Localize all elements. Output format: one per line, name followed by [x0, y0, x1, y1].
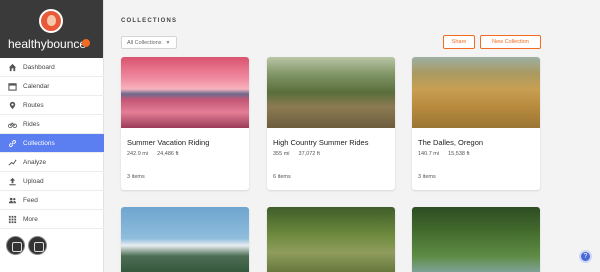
collection-cover-image	[121, 207, 249, 272]
collection-stats: 140.7 mi 15,538 ft	[418, 151, 470, 157]
link-icon	[8, 139, 17, 148]
grid-icon	[8, 215, 17, 224]
collection-name: High Country Summer Rides	[273, 138, 369, 147]
people-icon	[8, 196, 17, 205]
app-badge-thumbnail[interactable]	[6, 236, 25, 255]
upload-icon	[8, 177, 17, 186]
collection-card[interactable]: Summer Vacation Riding 242.9 mi 24,486 f…	[121, 57, 249, 190]
collection-elevation: 24,486 ft	[157, 151, 179, 157]
sidebar-item-more[interactable]: More	[0, 210, 104, 229]
page-title: COLLECTIONS	[121, 18, 178, 24]
collection-name: The Dalles, Oregon	[418, 138, 484, 147]
collection-distance: 140.7 mi	[418, 151, 440, 157]
collection-card[interactable]	[121, 207, 249, 272]
collection-card[interactable]: High Country Summer Rides 355 mi 37,072 …	[267, 57, 395, 190]
collection-cover-image	[121, 57, 249, 128]
sidebar: healthybounce Dashboard Calendar Routes	[0, 0, 104, 272]
collections-filter-dropdown[interactable]: All Collections ▼	[121, 36, 177, 49]
home-icon	[8, 63, 17, 72]
calendar-icon	[8, 82, 17, 91]
collection-item-count: 3 items	[127, 174, 145, 180]
sidebar-item-label: Upload	[23, 177, 44, 185]
main-content: COLLECTIONS All Collections ▼ Share New …	[104, 0, 600, 272]
profile-badge	[82, 39, 90, 47]
collection-stats: 242.9 mi 24,486 ft	[127, 151, 179, 157]
sidebar-item-label: Analyze	[23, 158, 47, 166]
collection-stats: 355 mi 37,072 ft	[273, 151, 320, 157]
profile-header: healthybounce	[0, 0, 103, 58]
sidebar-item-calendar[interactable]: Calendar	[0, 77, 104, 96]
app-badge-thumbnail[interactable]	[28, 236, 47, 255]
chevron-down-icon: ▼	[165, 39, 171, 46]
collection-cover-image	[267, 57, 395, 128]
collection-elevation: 37,072 ft	[298, 151, 320, 157]
collection-card[interactable]: The Dalles, Oregon 140.7 mi 15,538 ft 3 …	[412, 57, 540, 190]
sidebar-item-routes[interactable]: Routes	[0, 96, 104, 115]
collection-distance: 242.9 mi	[127, 151, 149, 157]
bike-icon	[8, 120, 17, 129]
filter-label: All Collections	[127, 39, 162, 46]
sidebar-app-badges	[6, 236, 47, 255]
collection-cover-image	[412, 57, 540, 128]
new-collection-button[interactable]: New Collection	[480, 35, 541, 49]
sidebar-item-label: Calendar	[23, 82, 50, 90]
location-pin-icon	[8, 101, 17, 110]
username[interactable]: healthybounce	[8, 37, 86, 51]
sidebar-item-label: Routes	[23, 101, 44, 109]
sidebar-item-label: More	[23, 215, 38, 223]
sidebar-item-upload[interactable]: Upload	[0, 172, 104, 191]
collection-name: Summer Vacation Riding	[127, 138, 210, 147]
help-button[interactable]: ?	[579, 250, 592, 263]
collection-card[interactable]	[267, 207, 395, 272]
sidebar-nav: Dashboard Calendar Routes Rides Collecti…	[0, 58, 104, 229]
share-button[interactable]: Share	[443, 35, 475, 49]
avatar[interactable]	[39, 9, 63, 33]
sidebar-item-rides[interactable]: Rides	[0, 115, 104, 134]
sidebar-item-collections[interactable]: Collections	[0, 134, 104, 153]
sidebar-item-dashboard[interactable]: Dashboard	[0, 58, 104, 77]
help-icon: ?	[583, 253, 588, 260]
sidebar-item-analyze[interactable]: Analyze	[0, 153, 104, 172]
collection-item-count: 3 items	[418, 174, 436, 180]
collection-elevation: 15,538 ft	[448, 151, 470, 157]
collection-cover-image	[412, 207, 540, 272]
collection-cover-image	[267, 207, 395, 272]
trend-line-icon	[8, 158, 17, 167]
sidebar-item-label: Rides	[23, 120, 40, 128]
collection-distance: 355 mi	[273, 151, 290, 157]
sidebar-item-feed[interactable]: Feed	[0, 191, 104, 210]
sidebar-item-label: Collections	[23, 139, 55, 147]
collection-item-count: 6 items	[273, 174, 291, 180]
collection-card[interactable]	[412, 207, 540, 272]
sidebar-item-label: Dashboard	[23, 63, 55, 71]
sidebar-item-label: Feed	[23, 196, 38, 204]
